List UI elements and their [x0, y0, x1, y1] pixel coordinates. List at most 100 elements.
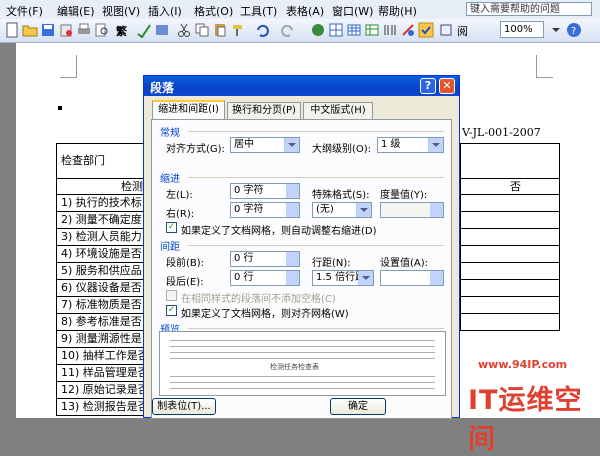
- preview-line: [170, 376, 435, 377]
- spin-down-icon[interactable]: [430, 278, 443, 285]
- table-row[interactable]: 13) 检测报告是否: [56, 398, 146, 416]
- spin-down-icon[interactable]: [286, 278, 299, 285]
- table-row[interactable]: 2) 测量不确定度: [56, 211, 146, 229]
- menu-help[interactable]: 帮助(H): [378, 3, 417, 19]
- spin-down-icon[interactable]: [286, 210, 299, 217]
- spelling-icon[interactable]: [136, 22, 152, 38]
- alignment-select[interactable]: 居中: [230, 137, 300, 153]
- spin-up-icon[interactable]: [286, 184, 299, 191]
- preview-line: [170, 340, 435, 341]
- table-cell[interactable]: [460, 211, 560, 229]
- read-label[interactable]: 阅: [457, 23, 468, 39]
- line-spacing-select[interactable]: 1.5 倍行距: [312, 270, 374, 286]
- spin-up-icon[interactable]: [430, 203, 443, 210]
- table-cell[interactable]: [460, 194, 560, 212]
- open-folder-icon[interactable]: [22, 22, 38, 38]
- auto-adjust-right-indent-checkbox[interactable]: ✓: [166, 222, 177, 233]
- tabs-button[interactable]: 制表位(T)...: [152, 398, 216, 415]
- research-icon[interactable]: [154, 22, 170, 38]
- snap-to-grid-checkbox[interactable]: ✓: [166, 305, 177, 316]
- indent-right-spinner[interactable]: 0 字符: [230, 202, 300, 218]
- spin-up-icon[interactable]: [286, 203, 299, 210]
- table-row[interactable]: 11) 样品管理是否: [56, 364, 146, 382]
- new-document-icon[interactable]: [4, 22, 20, 38]
- table-cell[interactable]: [460, 245, 560, 263]
- table-row[interactable]: 5) 服务和供应品: [56, 262, 146, 280]
- table-row[interactable]: 8) 参考标准是否: [56, 313, 146, 331]
- table-row[interactable]: 3) 检测人员能力: [56, 228, 146, 246]
- table-cell[interactable]: [460, 279, 560, 297]
- insert-table-icon[interactable]: [346, 22, 362, 38]
- table-cell[interactable]: [460, 228, 560, 246]
- help-icon[interactable]: ?: [566, 22, 582, 38]
- hyperlink-icon[interactable]: [310, 22, 326, 38]
- document-map-icon[interactable]: [418, 22, 434, 38]
- traditional-chinese-button[interactable]: 繁: [116, 23, 127, 39]
- menu-view[interactable]: 视图(V): [102, 3, 140, 19]
- menu-format[interactable]: 格式(O): [194, 3, 233, 19]
- outline-level-select[interactable]: 1 级: [377, 137, 444, 153]
- spin-down-icon[interactable]: [286, 191, 299, 198]
- header-right-cell[interactable]: [460, 143, 560, 179]
- paste-icon[interactable]: [212, 22, 228, 38]
- menu-edit[interactable]: 编辑(E): [57, 3, 95, 19]
- table-cell[interactable]: [460, 313, 560, 331]
- spin-up-icon[interactable]: [286, 252, 299, 259]
- save-icon[interactable]: [40, 22, 56, 38]
- zoom-select[interactable]: 100%: [500, 21, 544, 38]
- help-button[interactable]: ?: [420, 78, 436, 94]
- table-row[interactable]: 12) 原始记录是否: [56, 381, 146, 399]
- spin-down-icon[interactable]: [430, 210, 443, 217]
- tables-borders-icon[interactable]: [328, 22, 344, 38]
- insert-excel-icon[interactable]: [364, 22, 380, 38]
- spacing-at-spinner[interactable]: [380, 270, 444, 286]
- table-row[interactable]: 7) 标准物质是否: [56, 296, 146, 314]
- zoom-dropdown-icon[interactable]: [548, 22, 564, 38]
- no-header-cell[interactable]: 否: [460, 178, 560, 195]
- spin-up-icon[interactable]: [430, 271, 443, 278]
- indent-by-spinner[interactable]: [380, 202, 444, 218]
- space-before-spinner[interactable]: 0 行: [230, 251, 300, 267]
- format-painter-icon[interactable]: [230, 22, 246, 38]
- help-search-input[interactable]: 键入需要帮助的问题: [466, 2, 592, 16]
- drawing-icon[interactable]: [400, 22, 416, 38]
- header-dept-cell[interactable]: 检查部门: [56, 143, 156, 179]
- table-row[interactable]: 9) 测量溯源性是: [56, 330, 146, 348]
- tab-line-page-breaks[interactable]: 换行和分页(P): [227, 102, 301, 119]
- special-indent-select[interactable]: (无): [312, 202, 372, 218]
- copy-icon[interactable]: [194, 22, 210, 38]
- indent-left-spinner[interactable]: 0 字符: [230, 183, 300, 199]
- menu-insert[interactable]: 插入(I): [148, 3, 182, 19]
- tab-asian-typography[interactable]: 中文版式(H): [303, 102, 373, 119]
- menu-table[interactable]: 表格(A): [286, 3, 324, 19]
- table-row[interactable]: 1) 执行的技术标: [56, 194, 146, 212]
- no-space-same-style-checkbox[interactable]: [166, 290, 177, 301]
- menu-window[interactable]: 窗口(W): [332, 3, 373, 19]
- spin-down-icon[interactable]: [286, 259, 299, 266]
- close-button[interactable]: ✕: [439, 78, 455, 94]
- table-row[interactable]: 4) 环境设施是否: [56, 245, 146, 263]
- menu-tools[interactable]: 工具(T): [240, 3, 277, 19]
- cut-icon[interactable]: [176, 22, 192, 38]
- standard-toolbar: 繁 阅 100% ?: [0, 19, 600, 43]
- columns-icon[interactable]: [382, 22, 398, 38]
- ok-button[interactable]: 确定: [330, 398, 386, 415]
- permission-icon[interactable]: [58, 22, 74, 38]
- spin-up-icon[interactable]: [286, 271, 299, 278]
- dialog-title-bar[interactable]: 段落 ? ✕: [144, 76, 459, 96]
- show-hide-icon[interactable]: [438, 22, 454, 38]
- menu-file[interactable]: 文件(F): [6, 3, 43, 19]
- tab-indent-spacing[interactable]: 缩进和间距(I): [152, 100, 225, 120]
- table-cell[interactable]: [460, 262, 560, 280]
- space-after-spinner[interactable]: 0 行: [230, 270, 300, 286]
- table-row[interactable]: 6) 仪器设备是否: [56, 279, 146, 297]
- row-label: 4) 环境设施是否: [61, 247, 142, 260]
- undo-icon[interactable]: [254, 22, 270, 38]
- table-row[interactable]: 10) 抽样工作是否: [56, 347, 146, 365]
- print-icon[interactable]: [76, 22, 92, 38]
- print-preview-icon[interactable]: [94, 22, 110, 38]
- table-cell[interactable]: [460, 296, 560, 314]
- redo-icon[interactable]: [280, 22, 296, 38]
- menu-bar: 文件(F) 编辑(E) 视图(V) 插入(I) 格式(O) 工具(T) 表格(A…: [0, 0, 600, 20]
- column-header-cell[interactable]: 检测: [56, 178, 146, 195]
